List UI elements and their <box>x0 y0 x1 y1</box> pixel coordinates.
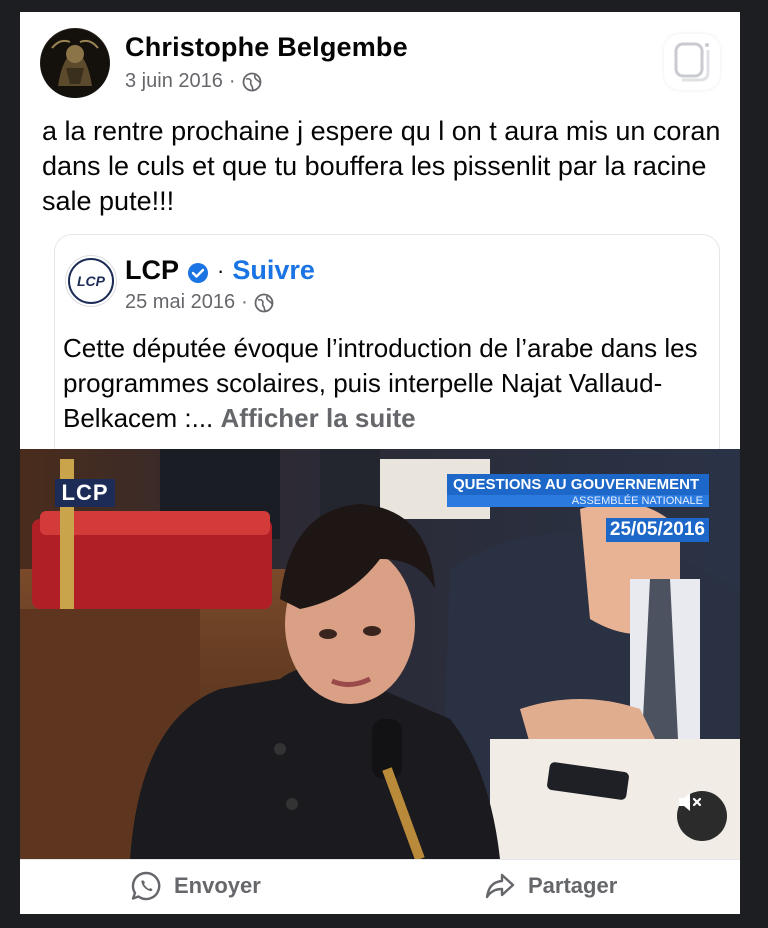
shared-date[interactable]: 25 mai 2016 <box>125 291 235 314</box>
shared-body: Cette députée évoque l’introduction de l… <box>63 331 713 436</box>
send-label: Envoyer <box>174 873 261 898</box>
shared-page-avatar[interactable]: LCP <box>65 255 117 307</box>
video-frame <box>20 449 740 859</box>
save-button[interactable] <box>664 34 720 90</box>
post-header: Christophe Belgembe 3 juin 2016 · <box>20 12 740 107</box>
globe-icon <box>254 293 274 313</box>
overlay-subtitle: ASSEMBLÉE NATIONALE <box>447 495 709 507</box>
shared-separator: · <box>217 257 225 283</box>
see-more-link[interactable]: Afficher la suite <box>221 403 416 433</box>
speaker-muted-icon <box>679 793 702 811</box>
overlay-date: 25/05/2016 <box>605 518 709 542</box>
channel-logo: LCP <box>55 479 115 507</box>
broadcast-overlay: QUESTIONS AU GOUVERNEMENT ASSEMBLÉE NATI… <box>447 474 709 542</box>
author-avatar[interactable] <box>40 28 110 98</box>
follow-button[interactable]: Suivre <box>232 255 315 286</box>
post-date[interactable]: 3 juin 2016 <box>125 70 223 93</box>
post-meta: 3 juin 2016 · <box>125 70 262 93</box>
shared-page-name[interactable]: LCP <box>125 255 179 286</box>
author-name[interactable]: Christophe Belgembe <box>125 32 408 63</box>
share-button[interactable]: Partager <box>484 870 617 902</box>
globe-icon <box>242 72 262 92</box>
verified-badge-icon <box>187 260 209 283</box>
shared-meta: 25 mai 2016 · <box>125 291 274 314</box>
mute-button[interactable] <box>677 791 727 841</box>
send-button[interactable]: Envoyer <box>130 870 261 902</box>
share-arrow-icon <box>485 873 515 899</box>
post-card: Christophe Belgembe 3 juin 2016 · a la r… <box>20 12 740 914</box>
shared-avatar-text: LCP <box>77 273 106 289</box>
screen-background: Christophe Belgembe 3 juin 2016 · a la r… <box>0 0 768 928</box>
meta-separator: · <box>228 70 236 92</box>
share-label: Partager <box>528 873 618 898</box>
post-actions-bar: Envoyer Partager <box>20 859 740 914</box>
save-icon <box>674 42 710 82</box>
overlay-title: QUESTIONS AU GOUVERNEMENT <box>447 474 709 495</box>
post-body-text: a la rentre prochaine j espere qu l on t… <box>42 116 721 216</box>
video-player[interactable]: LCP QUESTIONS AU GOUVERNEMENT ASSEMBLÉE … <box>20 449 740 859</box>
shared-name-row: LCP · Suivre <box>125 255 315 286</box>
whatsapp-icon <box>131 871 161 901</box>
shared-meta-separator: · <box>241 291 248 313</box>
